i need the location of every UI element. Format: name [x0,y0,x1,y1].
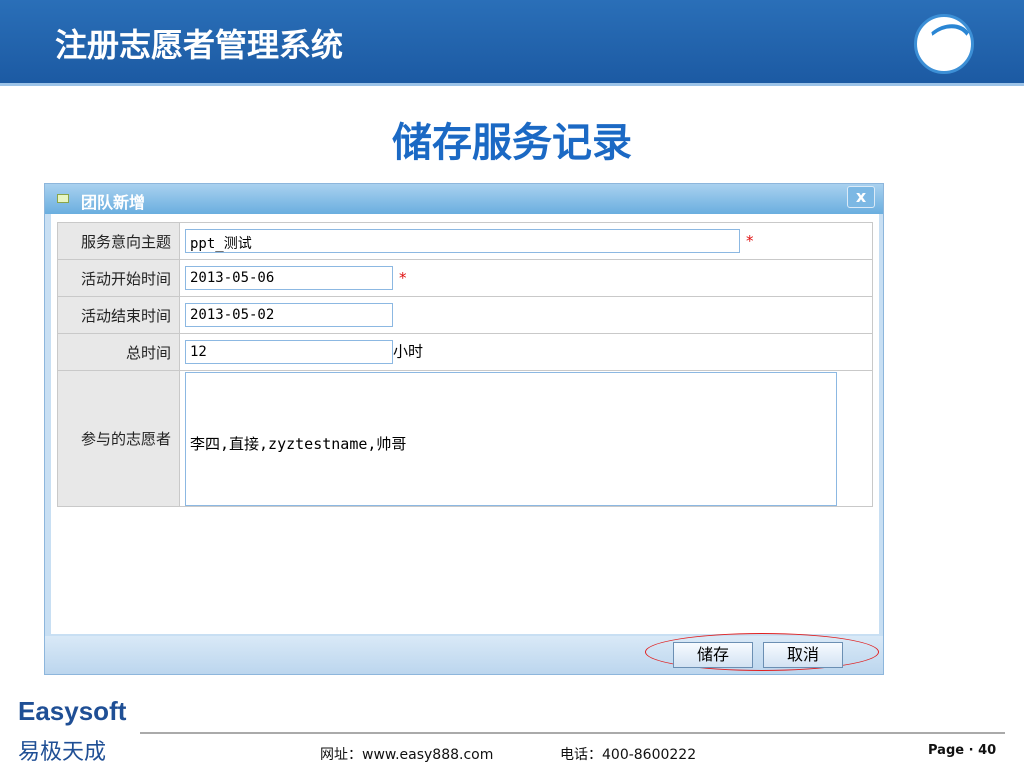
window-icon [57,194,69,203]
total-time-input[interactable]: 12 [185,340,393,364]
dialog-title: 团队新增 [81,193,146,212]
website-text: 网址：www.easy888.com [320,747,494,763]
slide-title: 储存服务记录 [392,120,632,166]
field-label: 总时间 [57,333,180,371]
field-label: 参与的志愿者 [57,370,180,507]
required-marker: * [399,268,407,287]
page-number: Page · 40 [928,743,997,758]
footer-divider [140,732,1005,734]
save-button[interactable]: 储存 [673,642,753,668]
field-label: 活动开始时间 [57,259,180,297]
brand-logo-icon: ⌒ [914,14,974,74]
easysoft-cn-logo: 易极天成 [18,740,107,765]
dialog-header: 团队新增 x [45,184,883,214]
dialog-footer: 储存 取消 [45,633,883,674]
field-label: 活动结束时间 [57,296,180,334]
phone-text: 电话：400-8600222 [560,747,697,763]
easysoft-logo: Easysoft [18,696,127,726]
field-label: 服务意向主题 [57,222,180,260]
close-button[interactable]: x [847,186,875,208]
dialog-body: 服务意向主题 ppt_测试 * 活动开始时间 2013-05-06 * 活动结束时间… [51,214,879,634]
cancel-button[interactable]: 取消 [763,642,843,668]
subject-input[interactable]: ppt_测试 [185,229,740,253]
start-date-input[interactable]: 2013-05-06 [185,266,393,290]
form-table: 服务意向主题 ppt_测试 * 活动开始时间 2013-05-06 * 活动结束时间… [57,222,873,507]
system-title: 注册志愿者管理系统 [55,26,344,64]
end-date-input[interactable]: 2013-05-02 [185,303,393,327]
header-banner: 注册志愿者管理系统 ⌒ [0,0,1024,86]
volunteers-textarea[interactable]: 李四,直接,zyztestname,帅哥 [185,371,837,506]
team-add-dialog: 团队新增 x 服务意向主题 ppt_测试 * 活动开始时间 2013-05-06 *… [44,183,884,675]
required-marker: * [746,231,754,250]
unit-label: 小时 [393,342,424,361]
